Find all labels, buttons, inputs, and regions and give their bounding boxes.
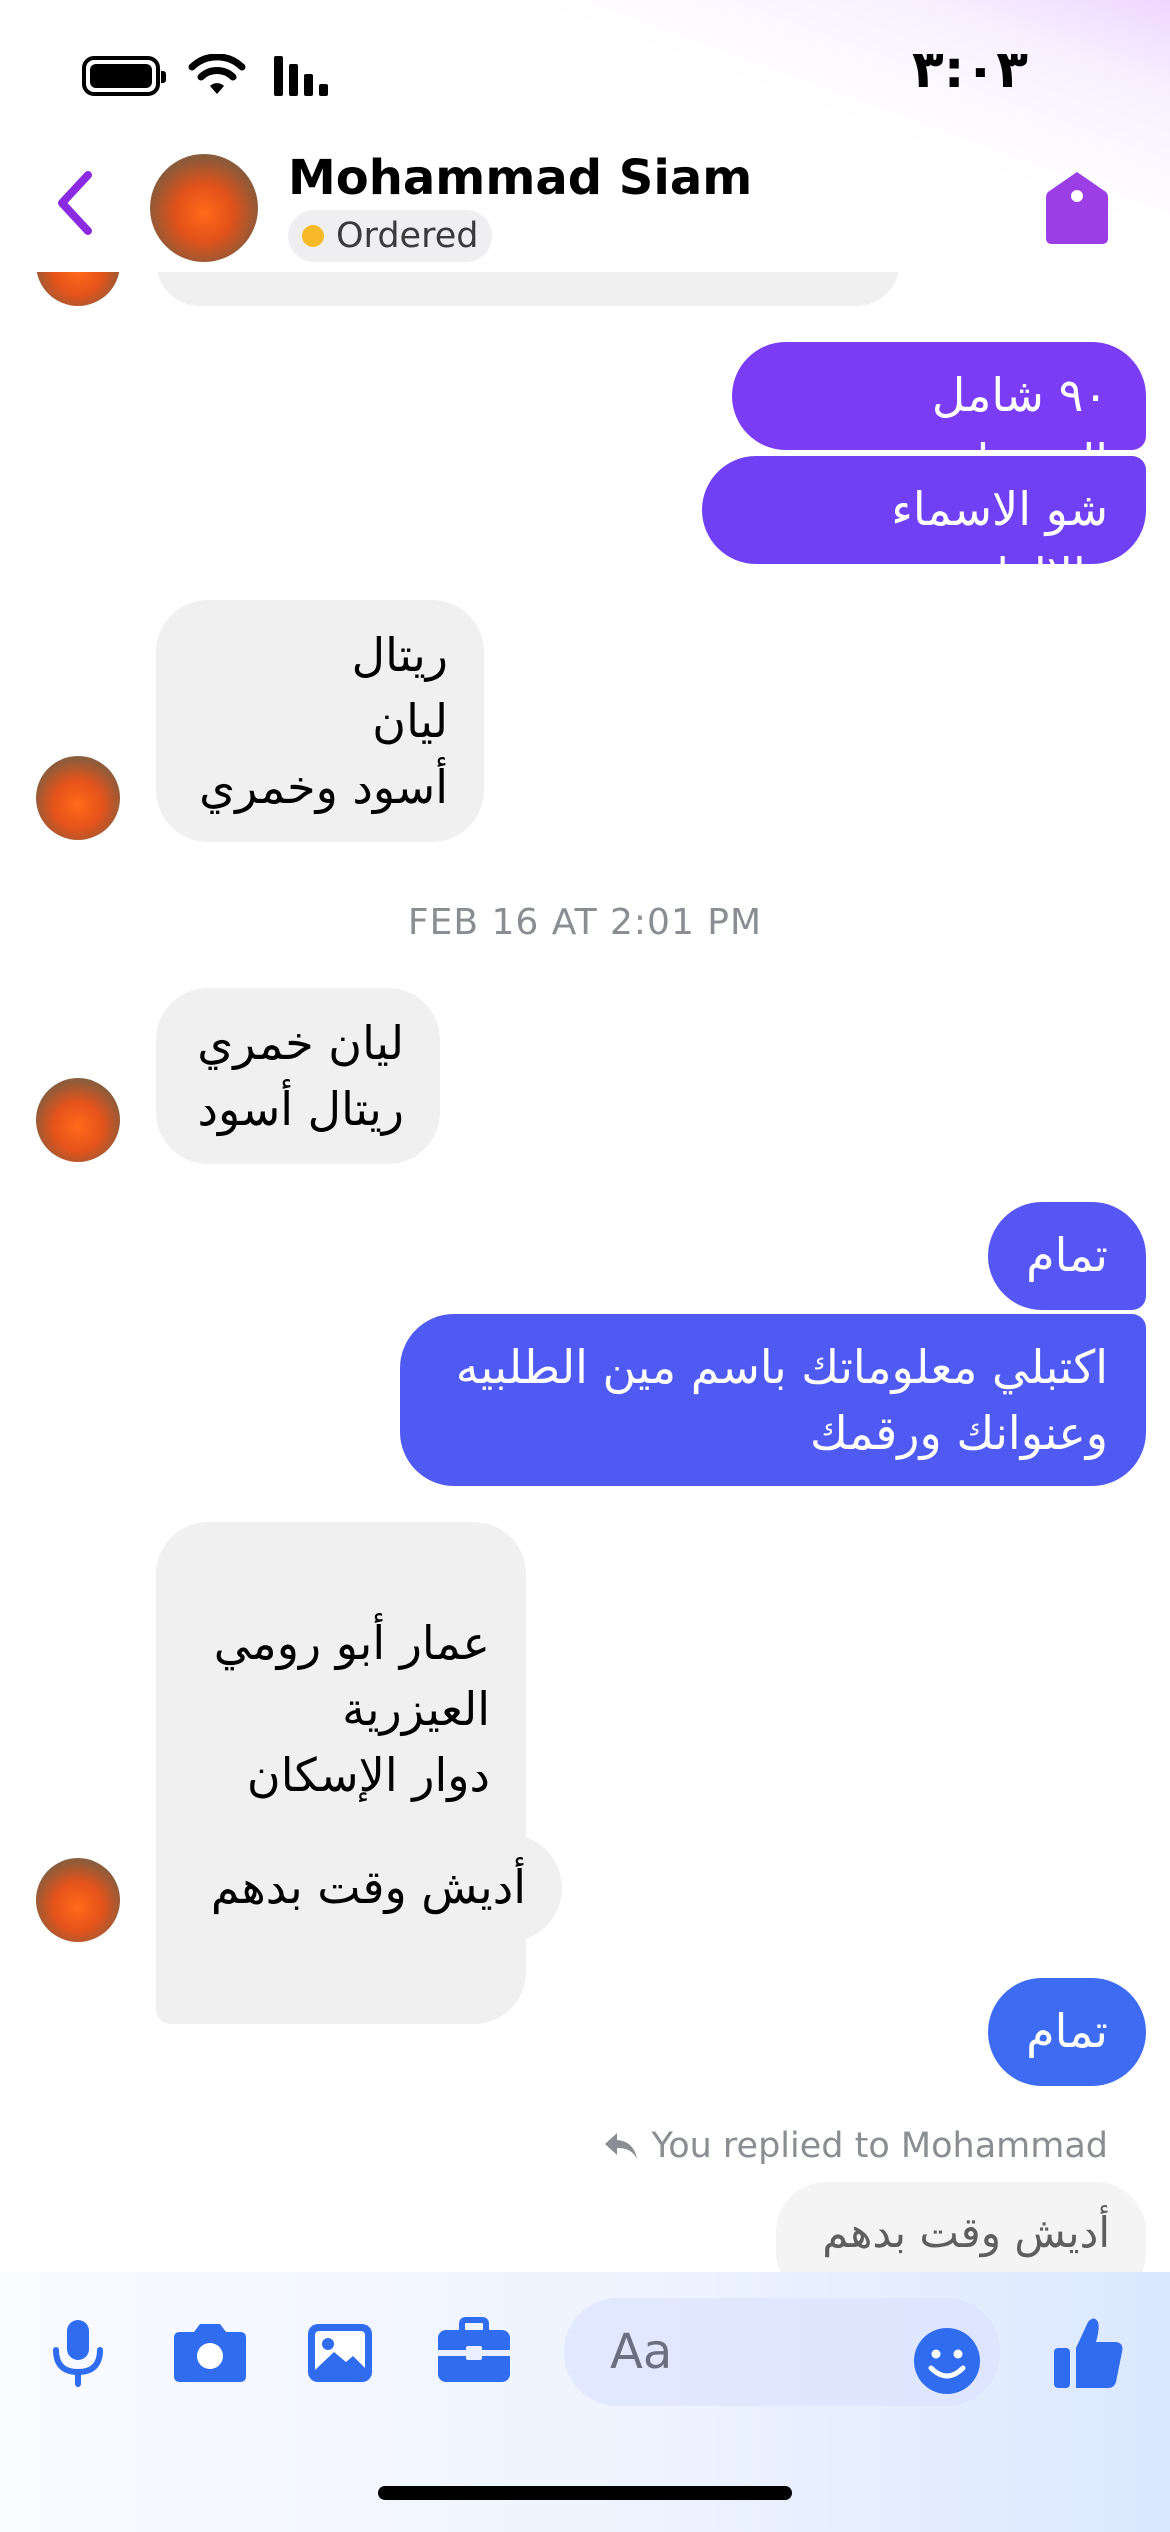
- message-bubble-sent[interactable]: شو الاسماء والالوان: [702, 456, 1146, 602]
- avatar[interactable]: [36, 1078, 120, 1162]
- address-text: عمار أبو رومي العيزرية دوار الإسكان: [213, 1616, 490, 1802]
- reply-arrow-icon: [605, 2133, 638, 2159]
- contact-avatar[interactable]: [150, 154, 258, 262]
- back-button[interactable]: [44, 168, 104, 238]
- message-bubble-sent[interactable]: تمام: [988, 1202, 1146, 1310]
- composer-bar: [0, 2272, 1170, 2532]
- chevron-left-icon: [58, 171, 92, 235]
- label-button[interactable]: [1044, 170, 1110, 246]
- message-bubble-received[interactable]: عمار أبو رومي العيزرية دوار الإسكان 0527…: [156, 1522, 526, 2024]
- battery-icon: [82, 56, 166, 96]
- contact-name[interactable]: Mohammad Siam: [288, 150, 752, 206]
- reply-note-label: You replied to Mohammad: [651, 2126, 1108, 2166]
- microphone-icon: [53, 2320, 103, 2387]
- message-bubble-received[interactable]: ريتال ليان أسود وخمري: [156, 600, 484, 842]
- emoji-button[interactable]: [912, 2326, 982, 2400]
- like-button[interactable]: [1052, 2316, 1124, 2394]
- status-badge[interactable]: Ordered: [288, 210, 493, 262]
- thumbs-up-icon: [1054, 2318, 1123, 2388]
- conversation-header: ٣:٠٣ Mohammad Siam Ordered: [0, 0, 1170, 272]
- reply-note: You replied to Mohammad: [603, 2126, 1108, 2166]
- home-indicator: [378, 2486, 792, 2500]
- message-bubble-sent[interactable]: تمام: [988, 1978, 1146, 2086]
- gallery-button[interactable]: [306, 2322, 374, 2388]
- status-icons: [82, 54, 328, 98]
- message-bubble-received[interactable]: أديش وقت بدهم: [156, 1834, 562, 1942]
- message-thread: ٩٠ شامل التوصيل شو الاسماء والالوان ريتا…: [0, 0, 1170, 2532]
- microphone-button[interactable]: [48, 2318, 108, 2392]
- message-bubble-received[interactable]: ليان خمري ريتال أسود: [156, 988, 440, 1164]
- status-time: ٣:٠٣: [911, 40, 1028, 100]
- emoji-icon: [914, 2328, 980, 2394]
- camera-button[interactable]: [172, 2320, 248, 2388]
- wifi-icon: [188, 54, 246, 94]
- status-badge-label: Ordered: [336, 216, 479, 256]
- tag-icon: [1046, 172, 1108, 244]
- avatar[interactable]: [36, 756, 120, 840]
- avatar[interactable]: [36, 1858, 120, 1942]
- message-bubble-sent[interactable]: اكتبلي معلوماتك باسم مين الطلبيه وعنوانك…: [400, 1314, 1146, 1486]
- message-bubble-sent[interactable]: ٩٠ شامل التوصيل: [732, 342, 1146, 488]
- gallery-icon: [308, 2324, 372, 2382]
- camera-icon: [174, 2324, 246, 2382]
- signal-icon: [274, 56, 328, 96]
- message-field[interactable]: [610, 2324, 870, 2380]
- briefcase-button[interactable]: [436, 2316, 512, 2388]
- timestamp: FEB 16 AT 2:01 PM: [407, 902, 763, 943]
- status-dot: [302, 225, 324, 247]
- briefcase-icon: [438, 2317, 510, 2382]
